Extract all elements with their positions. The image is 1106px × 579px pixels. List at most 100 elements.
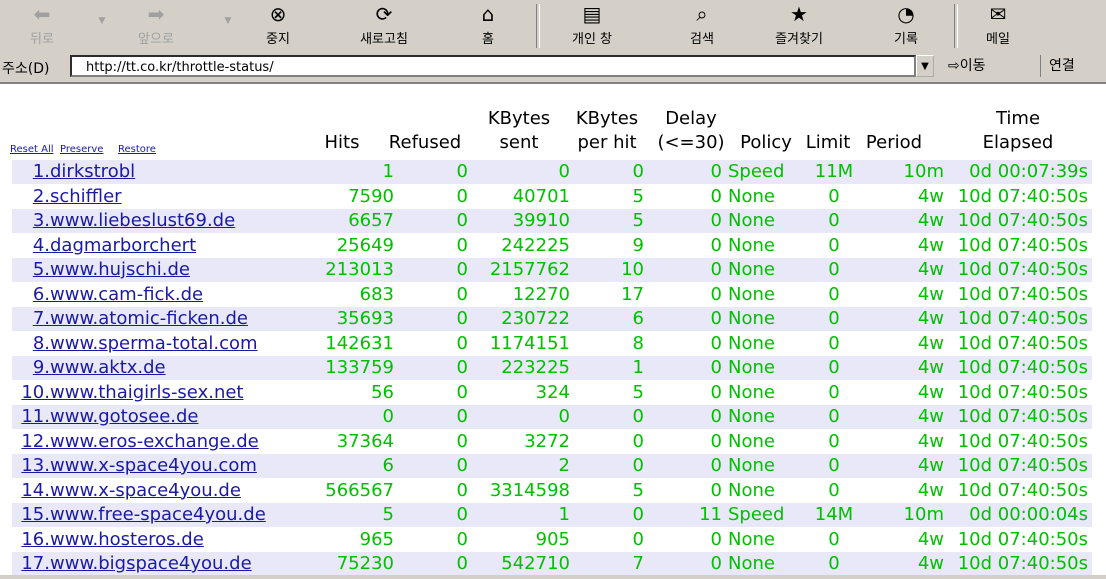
cell-delay: 0 <box>710 357 722 378</box>
cell-period: 4w <box>917 430 944 452</box>
cell-limit: 0 <box>828 357 840 378</box>
stop-button[interactable]: ⊗ 중지 <box>258 2 298 47</box>
site-link[interactable]: www.liebeslust69.de <box>50 209 310 233</box>
site-link[interactable]: www.aktx.de <box>50 356 310 380</box>
personal-bar-button[interactable]: ▤ 개인 창 <box>562 2 622 47</box>
cell-hits: 566567 <box>325 479 394 501</box>
row-index-link[interactable]: 10. <box>12 381 50 405</box>
row-index-link[interactable]: 3. <box>12 209 50 233</box>
cell-sent: 542710 <box>501 553 570 574</box>
history-label: 기록 <box>894 32 918 47</box>
cell-refused: 0 <box>456 332 468 354</box>
reset-all-link[interactable]: Reset All <box>10 144 54 155</box>
forward-arrow-icon: ➡ <box>147 2 165 26</box>
row-index-link[interactable]: 8. <box>12 332 50 356</box>
cell-limit: 0 <box>828 455 840 476</box>
table-row: 6. www.cam-fick.de 683 0 12270 17 0 None 0 4w 10d … <box>12 283 1092 307</box>
row-index-link[interactable]: 2. <box>12 185 50 209</box>
site-link[interactable]: www.hosteros.de <box>50 528 310 552</box>
cell-sent: 1 <box>558 504 570 525</box>
links-button[interactable]: 연결 <box>1040 55 1083 77</box>
cell-perhit: 5 <box>632 479 644 501</box>
search-button[interactable]: ⌕ 검색 <box>682 2 722 47</box>
site-link[interactable]: www.sperma-total.com <box>50 332 310 356</box>
header-delay-line2: (<=30) <box>657 132 725 153</box>
row-index-link[interactable]: 13. <box>12 454 50 478</box>
cell-elapsed: 10d 07:40:50s <box>957 283 1088 305</box>
row-index-link[interactable]: 17. <box>12 552 50 576</box>
cell-refused: 0 <box>456 259 468 280</box>
site-link[interactable]: www.free-space4you.de <box>50 503 310 527</box>
row-index-link[interactable]: 7. <box>12 307 50 331</box>
table-row: 5. www.hujschi.de 213013 0 2157762 10 0 None 0 4w… <box>12 258 1092 282</box>
cell-hits: 25649 <box>336 234 394 256</box>
cell-perhit: 9 <box>632 234 644 256</box>
row-index-link[interactable]: 15. <box>12 503 50 527</box>
browser-toolbar: ⬅ 뒤로 ▼ ➡ 앞으로 ▼ ⊗ 중지 ⟳ 새로고침 ⌂ 홈 ▤ 개인 창 ⌕ … <box>0 0 1106 53</box>
cell-policy: None <box>728 210 775 231</box>
table-row: 16. www.hosteros.de 965 0 905 0 0 None 0 4w 10d 07… <box>12 528 1092 552</box>
mail-button[interactable]: ✉ 메일 <box>976 2 1020 47</box>
site-link[interactable]: dirkstrobl <box>50 160 310 184</box>
site-link[interactable]: www.x-space4you.de <box>50 479 310 503</box>
cell-delay: 0 <box>710 332 722 354</box>
header-kbytes-sent-line2: sent <box>499 132 539 153</box>
cell-limit: 0 <box>828 381 840 403</box>
refresh-label: 새로고침 <box>360 32 408 47</box>
cell-sent: 324 <box>535 381 570 403</box>
cell-hits: 142631 <box>325 332 394 354</box>
address-dropdown-icon[interactable]: ▼ <box>916 55 934 77</box>
go-button[interactable]: ⇨이동 <box>944 55 990 77</box>
cell-limit: 0 <box>828 259 840 280</box>
table-row: 2. schiffler 7590 0 40701 5 0 None 0 4w 10d 07:40:… <box>12 185 1092 209</box>
cell-limit: 0 <box>828 283 840 305</box>
cell-perhit: 5 <box>632 185 644 207</box>
cell-delay: 11 <box>699 504 722 525</box>
home-button[interactable]: ⌂ 홈 <box>468 2 508 47</box>
cell-hits: 75230 <box>336 553 394 574</box>
header-hits: Hits <box>324 132 360 153</box>
back-dropdown-icon[interactable]: ▼ <box>96 16 108 26</box>
site-link[interactable]: dagmarborchert <box>50 234 310 258</box>
site-link[interactable]: www.bigspace4you.de <box>50 552 310 576</box>
cell-refused: 0 <box>456 553 468 574</box>
site-link[interactable]: www.thaigirls-sex.net <box>50 381 310 405</box>
cell-delay: 0 <box>710 234 722 256</box>
row-index-link[interactable]: 5. <box>12 258 50 282</box>
site-link[interactable]: www.x-space4you.com <box>50 454 310 478</box>
row-index-link[interactable]: 14. <box>12 479 50 503</box>
personal-bar-icon: ▤ <box>582 2 602 26</box>
row-index-link[interactable]: 1. <box>12 160 50 184</box>
favorites-button[interactable]: ★ 즐겨찾기 <box>762 2 836 47</box>
site-link[interactable]: schiffler <box>50 185 310 209</box>
refresh-button[interactable]: ⟳ 새로고침 <box>352 2 416 47</box>
cell-period: 4w <box>917 479 944 501</box>
address-input[interactable]: http://tt.co.kr/throttle-status/ <box>70 55 916 77</box>
history-button[interactable]: ◔ 기록 <box>886 2 926 47</box>
cell-policy: Speed <box>728 161 785 182</box>
site-link[interactable]: www.hujschi.de <box>50 258 310 282</box>
restore-link[interactable]: Restore <box>118 144 156 155</box>
site-link[interactable]: www.atomic-ficken.de <box>50 307 310 331</box>
cell-period: 4w <box>917 185 944 207</box>
cell-sent: 39910 <box>512 210 570 231</box>
forward-button[interactable]: ➡ 앞으로 <box>128 2 184 47</box>
site-link[interactable]: www.eros-exchange.de <box>50 430 310 454</box>
preserve-link[interactable]: Preserve <box>60 144 103 155</box>
site-link[interactable]: www.cam-fick.de <box>50 283 310 307</box>
row-index-link[interactable]: 12. <box>12 430 50 454</box>
cell-limit: 0 <box>828 528 840 550</box>
refresh-icon: ⟳ <box>375 2 393 26</box>
back-button[interactable]: ⬅ 뒤로 <box>22 2 62 47</box>
row-index-link[interactable]: 4. <box>12 234 50 258</box>
header-refused: Refused <box>388 132 462 153</box>
forward-dropdown-icon[interactable]: ▼ <box>222 16 234 26</box>
cell-delay: 0 <box>710 210 722 231</box>
row-index-link[interactable]: 6. <box>12 283 50 307</box>
row-index-link[interactable]: 11. <box>12 405 50 429</box>
row-index-link[interactable]: 9. <box>12 356 50 380</box>
row-index-link[interactable]: 16. <box>12 528 50 552</box>
cell-elapsed: 10d 07:40:50s <box>957 430 1088 452</box>
cell-delay: 0 <box>710 259 722 280</box>
site-link[interactable]: www.gotosee.de <box>50 405 310 429</box>
